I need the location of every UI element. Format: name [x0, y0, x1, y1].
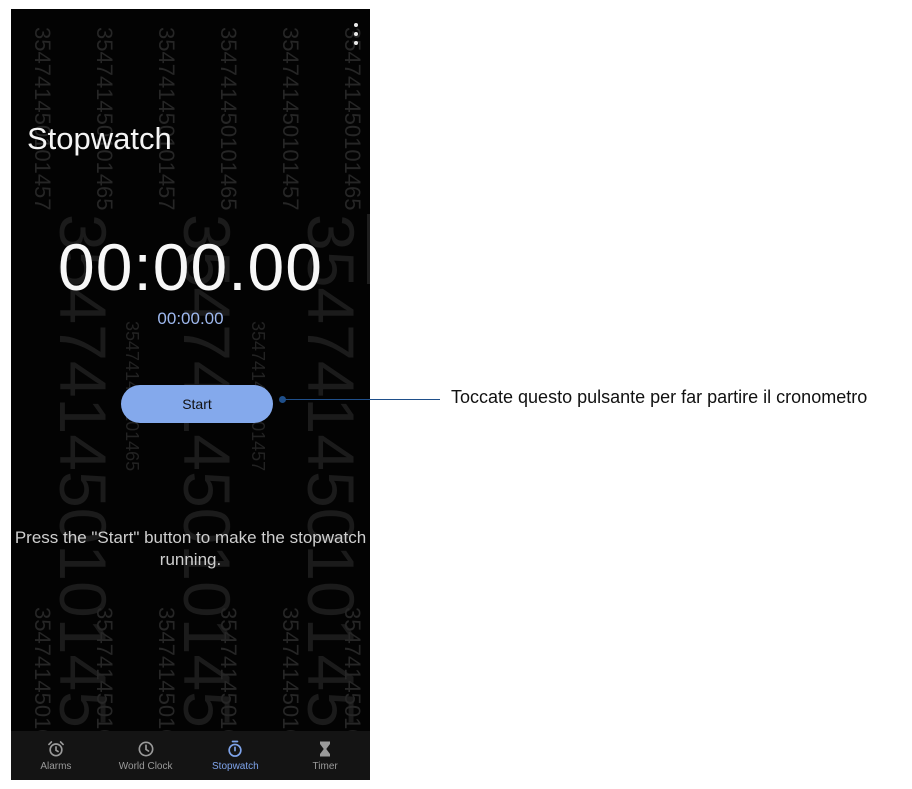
watermark-text: 354741450101457	[30, 27, 55, 211]
watermark-text: 354741450101465	[216, 27, 241, 211]
watermark-text: 354741450101457	[154, 27, 179, 211]
tab-timer[interactable]: Timer	[280, 731, 370, 780]
hourglass-icon	[320, 741, 331, 757]
tab-stopwatch[interactable]: Stopwatch	[191, 731, 281, 780]
bottom-tab-bar: Alarms World Clock Stopwatch Timer	[11, 731, 370, 780]
start-button[interactable]: Start	[121, 385, 273, 423]
tab-world-clock[interactable]: World Clock	[101, 731, 191, 780]
stopwatch-lap-time: 00:00.00	[157, 309, 224, 328]
stopwatch-icon	[228, 740, 243, 757]
tab-label: World Clock	[118, 761, 173, 772]
tab-label: Alarms	[40, 761, 72, 772]
clock-icon	[138, 741, 154, 757]
hint-text: Press the "Start" button to make the sto…	[14, 528, 367, 569]
stopwatch-main-time: 00:00.00	[58, 230, 323, 304]
watermark-text: 354741450101465	[92, 27, 117, 211]
tab-label: Stopwatch	[212, 761, 259, 772]
annotation-text: Toccate questo pulsante per far partire …	[451, 387, 868, 407]
more-vert-icon[interactable]	[348, 23, 364, 45]
tab-label: Timer	[312, 761, 338, 772]
tab-alarms[interactable]: Alarms	[11, 731, 101, 780]
watermark-text: 354741450101457	[278, 27, 303, 211]
callout-line	[283, 399, 440, 400]
watermark-text: 354741450101465	[340, 27, 365, 211]
phone-screen: 354741450101457 354741450101465 35474145…	[11, 9, 370, 780]
page-title: Stopwatch	[27, 121, 172, 156]
alarm-icon	[47, 741, 64, 757]
